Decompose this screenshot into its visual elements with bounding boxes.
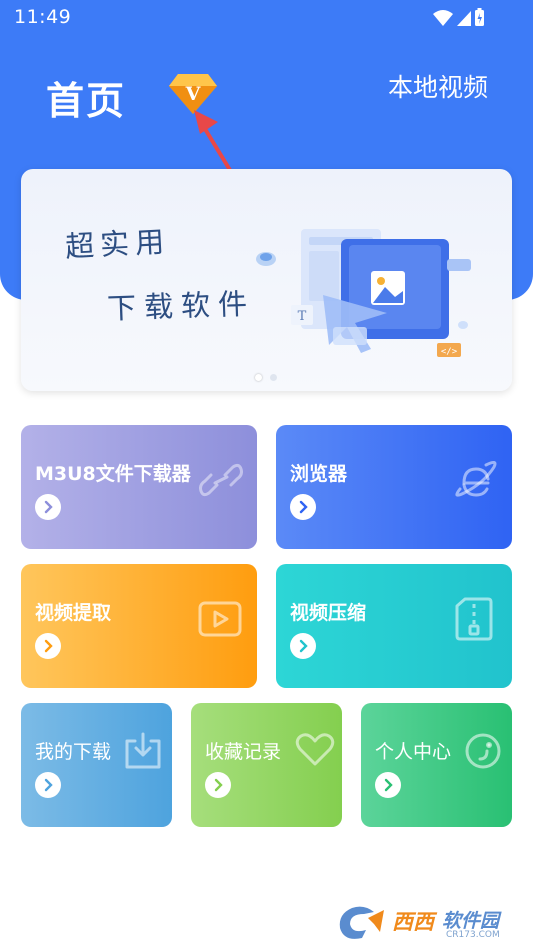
link-icon — [199, 463, 243, 497]
zip-file-icon — [455, 597, 493, 641]
go-button[interactable] — [290, 633, 316, 659]
go-button[interactable] — [290, 494, 316, 520]
card-label: 收藏记录 — [205, 741, 282, 763]
video-compress-card[interactable]: 视频压缩 — [276, 564, 512, 688]
banner-illustration: </> T — [256, 229, 471, 357]
go-button[interactable] — [35, 494, 61, 520]
play-video-icon — [198, 601, 242, 637]
chevron-right-icon — [299, 639, 308, 653]
m3u8-downloader-card[interactable]: M3U8文件下载器 — [21, 425, 257, 549]
smile-icon — [465, 733, 501, 769]
watermark-logo — [339, 906, 384, 939]
banner-headline: 超实用 — [64, 224, 171, 264]
site-watermark: 西西 软件园 CR173.COM — [334, 902, 530, 944]
browser-card[interactable]: 浏览器 — [276, 425, 512, 549]
banner-code-tag: </> — [441, 347, 458, 357]
browser-e-icon — [455, 460, 497, 497]
chevron-right-icon — [44, 500, 53, 514]
go-button[interactable] — [35, 772, 61, 798]
go-button[interactable] — [35, 633, 61, 659]
video-extract-card[interactable]: 视频提取 — [21, 564, 257, 688]
signal-icon — [457, 11, 471, 26]
go-button[interactable] — [205, 772, 231, 798]
card-label: 个人中心 — [375, 741, 452, 763]
card-label: M3U8文件下载器 — [35, 463, 191, 485]
status-time: 11:49 — [14, 6, 72, 28]
favorites-card[interactable]: 收藏记录 — [191, 703, 342, 827]
wifi-icon — [433, 10, 453, 26]
card-label: 浏览器 — [290, 463, 348, 485]
carousel-dot-active[interactable] — [255, 374, 262, 381]
chevron-right-icon — [44, 778, 53, 792]
chevron-right-icon — [44, 639, 53, 653]
banner-text-tag: T — [298, 309, 307, 324]
card-label: 视频压缩 — [290, 602, 367, 624]
local-video-button[interactable]: 本地视频 — [388, 68, 488, 104]
carousel-dot[interactable] — [270, 374, 277, 381]
watermark-brand: 西西 — [392, 910, 434, 934]
status-icons — [433, 8, 484, 26]
download-icon — [125, 732, 161, 769]
heart-icon — [295, 733, 335, 766]
my-downloads-card[interactable]: 我的下载 — [21, 703, 172, 827]
profile-card[interactable]: 个人中心 — [361, 703, 512, 827]
banner-subheadline: 下载软件 — [106, 286, 256, 326]
chevron-right-icon — [384, 778, 393, 792]
watermark-suffix: 软件园 — [442, 910, 500, 932]
vip-badge-letter: V — [185, 83, 202, 105]
page-title: 首页 — [46, 79, 127, 123]
promo-banner[interactable]: 超实用 下载软件 </> T — [21, 169, 512, 391]
chevron-right-icon — [299, 500, 308, 514]
go-button[interactable] — [375, 772, 401, 798]
chevron-right-icon — [214, 778, 223, 792]
watermark-url: CR173.COM — [446, 930, 500, 940]
card-label: 视频提取 — [35, 602, 112, 624]
card-label: 我的下载 — [35, 741, 112, 763]
status-bar: 11:49 — [0, 0, 533, 36]
